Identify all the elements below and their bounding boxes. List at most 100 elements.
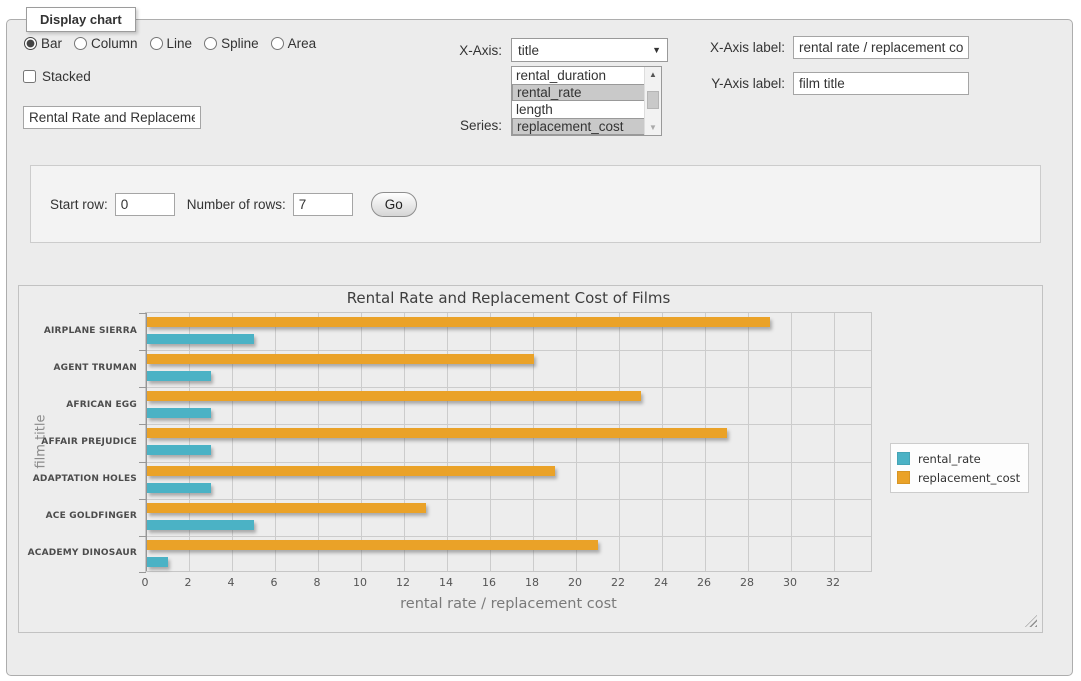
series-label-text: Series:: [393, 118, 511, 136]
start-row-label: Start row:: [50, 197, 108, 212]
gridline-h: [146, 350, 871, 351]
radio-option-label: Line: [167, 36, 193, 51]
num-rows-input[interactable]: [293, 193, 353, 216]
chart-type-option-spline[interactable]: Spline: [204, 36, 259, 51]
gridline-v: [232, 313, 233, 571]
fieldset-legend: Display chart: [26, 7, 136, 32]
x-tick-label: 0: [142, 576, 149, 589]
radio-bar-icon[interactable]: [24, 37, 37, 50]
bar-replacement_cost: [147, 428, 727, 438]
scroll-up-icon[interactable]: ▲: [645, 67, 661, 82]
gridline-h: [146, 499, 871, 500]
x-tick-label: 30: [783, 576, 797, 589]
series-listbox[interactable]: rental_durationrental_ratelengthreplacem…: [511, 66, 662, 136]
stacked-checkbox[interactable]: [23, 70, 36, 83]
x-tick-label: 28: [740, 576, 754, 589]
legend-swatch-icon: [897, 452, 910, 465]
radio-area-icon[interactable]: [271, 37, 284, 50]
y-axis-tick: [139, 424, 146, 425]
radio-spline-icon[interactable]: [204, 37, 217, 50]
gridline-v: [662, 313, 663, 571]
y-axis-tick: [139, 387, 146, 388]
legend-item: replacement_cost: [897, 468, 1020, 487]
gridline-v: [834, 313, 835, 571]
chart-container: Rental Rate and Replacement Cost of Film…: [18, 285, 1043, 633]
series-option-replacement_cost[interactable]: replacement_cost: [512, 118, 662, 135]
chart-legend: rental_rate replacement_cost: [890, 443, 1029, 493]
chart-title-input[interactable]: [23, 106, 201, 129]
series-option-length[interactable]: length: [512, 101, 644, 118]
bar-replacement_cost: [147, 354, 534, 364]
category-label: AIRPLANE SIERRA: [19, 326, 137, 336]
y-axis-tick: [139, 572, 146, 573]
legend-label: replacement_cost: [918, 471, 1020, 485]
gridline-v: [576, 313, 577, 571]
radio-line-icon[interactable]: [150, 37, 163, 50]
gridline-v: [490, 313, 491, 571]
bar-replacement_cost: [147, 391, 641, 401]
x-axis-select[interactable]: title ▼: [511, 38, 668, 62]
chart-type-option-column[interactable]: Column: [74, 36, 138, 51]
gridline-v: [533, 313, 534, 571]
gridline-v: [318, 313, 319, 571]
y-axis-tick: [139, 462, 146, 463]
gridline-v: [275, 313, 276, 571]
chevron-down-icon: ▼: [652, 45, 661, 55]
x-axis-row: X-Axis: title ▼: [393, 38, 668, 62]
y-axis-label-input[interactable]: [793, 72, 969, 95]
bar-rental_rate: [147, 483, 211, 493]
legend-swatch-icon: [897, 471, 910, 484]
y-axis-tick: [139, 313, 146, 314]
x-axis-label-caption: X-Axis label:: [703, 40, 793, 55]
gridline-h: [146, 462, 871, 463]
x-tick-label: 16: [482, 576, 496, 589]
x-axis-label-input[interactable]: [793, 36, 969, 59]
legend-label: rental_rate: [918, 452, 981, 466]
stacked-checkbox-row[interactable]: Stacked: [23, 69, 91, 84]
start-row-input[interactable]: [115, 193, 175, 216]
radio-option-label: Area: [288, 36, 317, 51]
bar-replacement_cost: [147, 540, 598, 550]
series-option-rental_rate[interactable]: rental_rate: [512, 84, 662, 101]
x-tick-label: 2: [185, 576, 192, 589]
chart-type-option-line[interactable]: Line: [150, 36, 193, 51]
radio-option-label: Column: [91, 36, 138, 51]
x-tick-label: 10: [353, 576, 367, 589]
radio-column-icon[interactable]: [74, 37, 87, 50]
gridline-v: [619, 313, 620, 571]
chart-type-group: Bar Column Line Spline Area: [24, 36, 324, 51]
resize-grip-icon[interactable]: [1025, 615, 1037, 627]
y-axis-title: film title: [34, 392, 49, 492]
gridline-v: [404, 313, 405, 571]
scroll-down-icon[interactable]: ▼: [645, 120, 661, 135]
x-tick-label: 4: [228, 576, 235, 589]
series-row: Series: rental_durationrental_ratelength…: [393, 66, 662, 136]
bar-replacement_cost: [147, 317, 770, 327]
chart-title: Rental Rate and Replacement Cost of Film…: [145, 289, 872, 307]
num-rows-label: Number of rows:: [187, 197, 286, 212]
scrollbar-thumb[interactable]: [647, 91, 659, 109]
category-label: ACADEMY DINOSAUR: [19, 548, 137, 558]
series-option-rental_duration[interactable]: rental_duration: [512, 67, 644, 84]
gridline-v: [748, 313, 749, 571]
x-tick-label: 18: [525, 576, 539, 589]
gridline-h: [146, 424, 871, 425]
chart-type-option-area[interactable]: Area: [271, 36, 317, 51]
x-axis-label-row: X-Axis label:: [703, 36, 969, 59]
gridline-v: [791, 313, 792, 571]
bar-rental_rate: [147, 371, 211, 381]
x-axis-selected-value: title: [518, 43, 539, 58]
stacked-label: Stacked: [42, 69, 91, 84]
x-axis-label-text: X-Axis:: [393, 43, 511, 58]
bar-rental_rate: [147, 334, 254, 344]
x-tick-label: 14: [439, 576, 453, 589]
x-tick-label: 26: [697, 576, 711, 589]
x-tick-label: 24: [654, 576, 668, 589]
y-axis-label-caption: Y-Axis label:: [703, 76, 793, 91]
gridline-v: [361, 313, 362, 571]
go-button[interactable]: Go: [371, 192, 417, 217]
chart-type-option-bar[interactable]: Bar: [24, 36, 62, 51]
legend-item: rental_rate: [897, 449, 1020, 468]
series-listbox-scrollbar[interactable]: ▲ ▼: [644, 67, 661, 135]
bar-rental_rate: [147, 557, 168, 567]
